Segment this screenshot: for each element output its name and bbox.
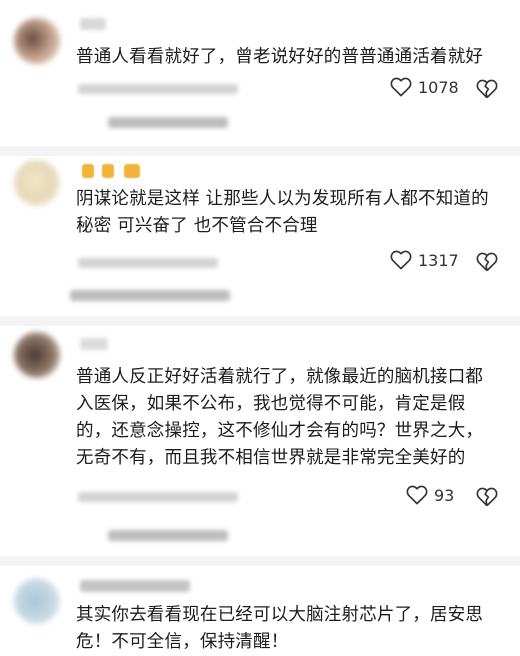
broken-heart-icon — [476, 252, 498, 276]
like-button[interactable]: 93 — [406, 485, 454, 505]
comment-item: 其实你去看看现在已经可以大脑注射芯片了，居安思危！不可全信，保持清醒！ — [0, 560, 520, 654]
comment-item: 普通人反正好好活着就行了，就像最近的脑机接口都入医保，如果不公布，我也觉得不可能… — [0, 320, 520, 560]
level-badge — [102, 164, 114, 178]
comment-meta — [78, 258, 218, 268]
broken-heart-icon — [476, 487, 498, 511]
comment-text: 阴谋论就是这样 让那些人以为发现所有人都不知道的秘密 可兴奋了 也不管合不合理 — [76, 189, 489, 236]
level-badge — [124, 164, 140, 178]
heart-outline-icon — [406, 485, 428, 505]
username[interactable] — [80, 338, 108, 350]
comment-meta — [78, 492, 238, 502]
like-count: 1317 — [418, 250, 459, 270]
comment-text: 其实你去看看现在已经可以大脑注射芯片了，居安思危！不可全信，保持清醒！ — [76, 605, 484, 652]
broken-heart-icon — [476, 79, 498, 103]
comment-item: 阴谋论就是这样 让那些人以为发现所有人都不知道的秘密 可兴奋了 也不管合不合理 … — [0, 150, 520, 320]
dislike-button[interactable] — [476, 252, 498, 276]
reply-link[interactable] — [108, 117, 228, 128]
username[interactable] — [80, 580, 190, 592]
comment-text: 普通人反正好好活着就行了，就像最近的脑机接口都入医保，如果不公布，我也觉得不可能… — [76, 367, 484, 468]
level-badge — [82, 164, 94, 178]
reply-link[interactable] — [108, 530, 228, 541]
avatar[interactable] — [14, 160, 60, 206]
dislike-button[interactable] — [476, 79, 498, 103]
comment-text: 普通人看看就好了，曾老说好好的普普通通活着就好 — [76, 47, 484, 67]
like-button[interactable]: 1078 — [390, 77, 459, 97]
avatar[interactable] — [14, 578, 60, 624]
avatar[interactable] — [14, 332, 60, 378]
avatar[interactable] — [14, 18, 60, 64]
reply-link[interactable] — [70, 290, 230, 301]
heart-outline-icon — [390, 250, 412, 270]
like-count: 93 — [434, 485, 455, 505]
heart-outline-icon — [390, 77, 412, 97]
dislike-button[interactable] — [476, 487, 498, 511]
like-count: 1078 — [418, 77, 459, 97]
comment-meta — [78, 84, 238, 94]
like-button[interactable]: 1317 — [390, 250, 459, 270]
comment-item: 普通人看看就好了，曾老说好好的普普通通活着就好 1078 — [0, 0, 520, 150]
username[interactable] — [80, 18, 106, 30]
